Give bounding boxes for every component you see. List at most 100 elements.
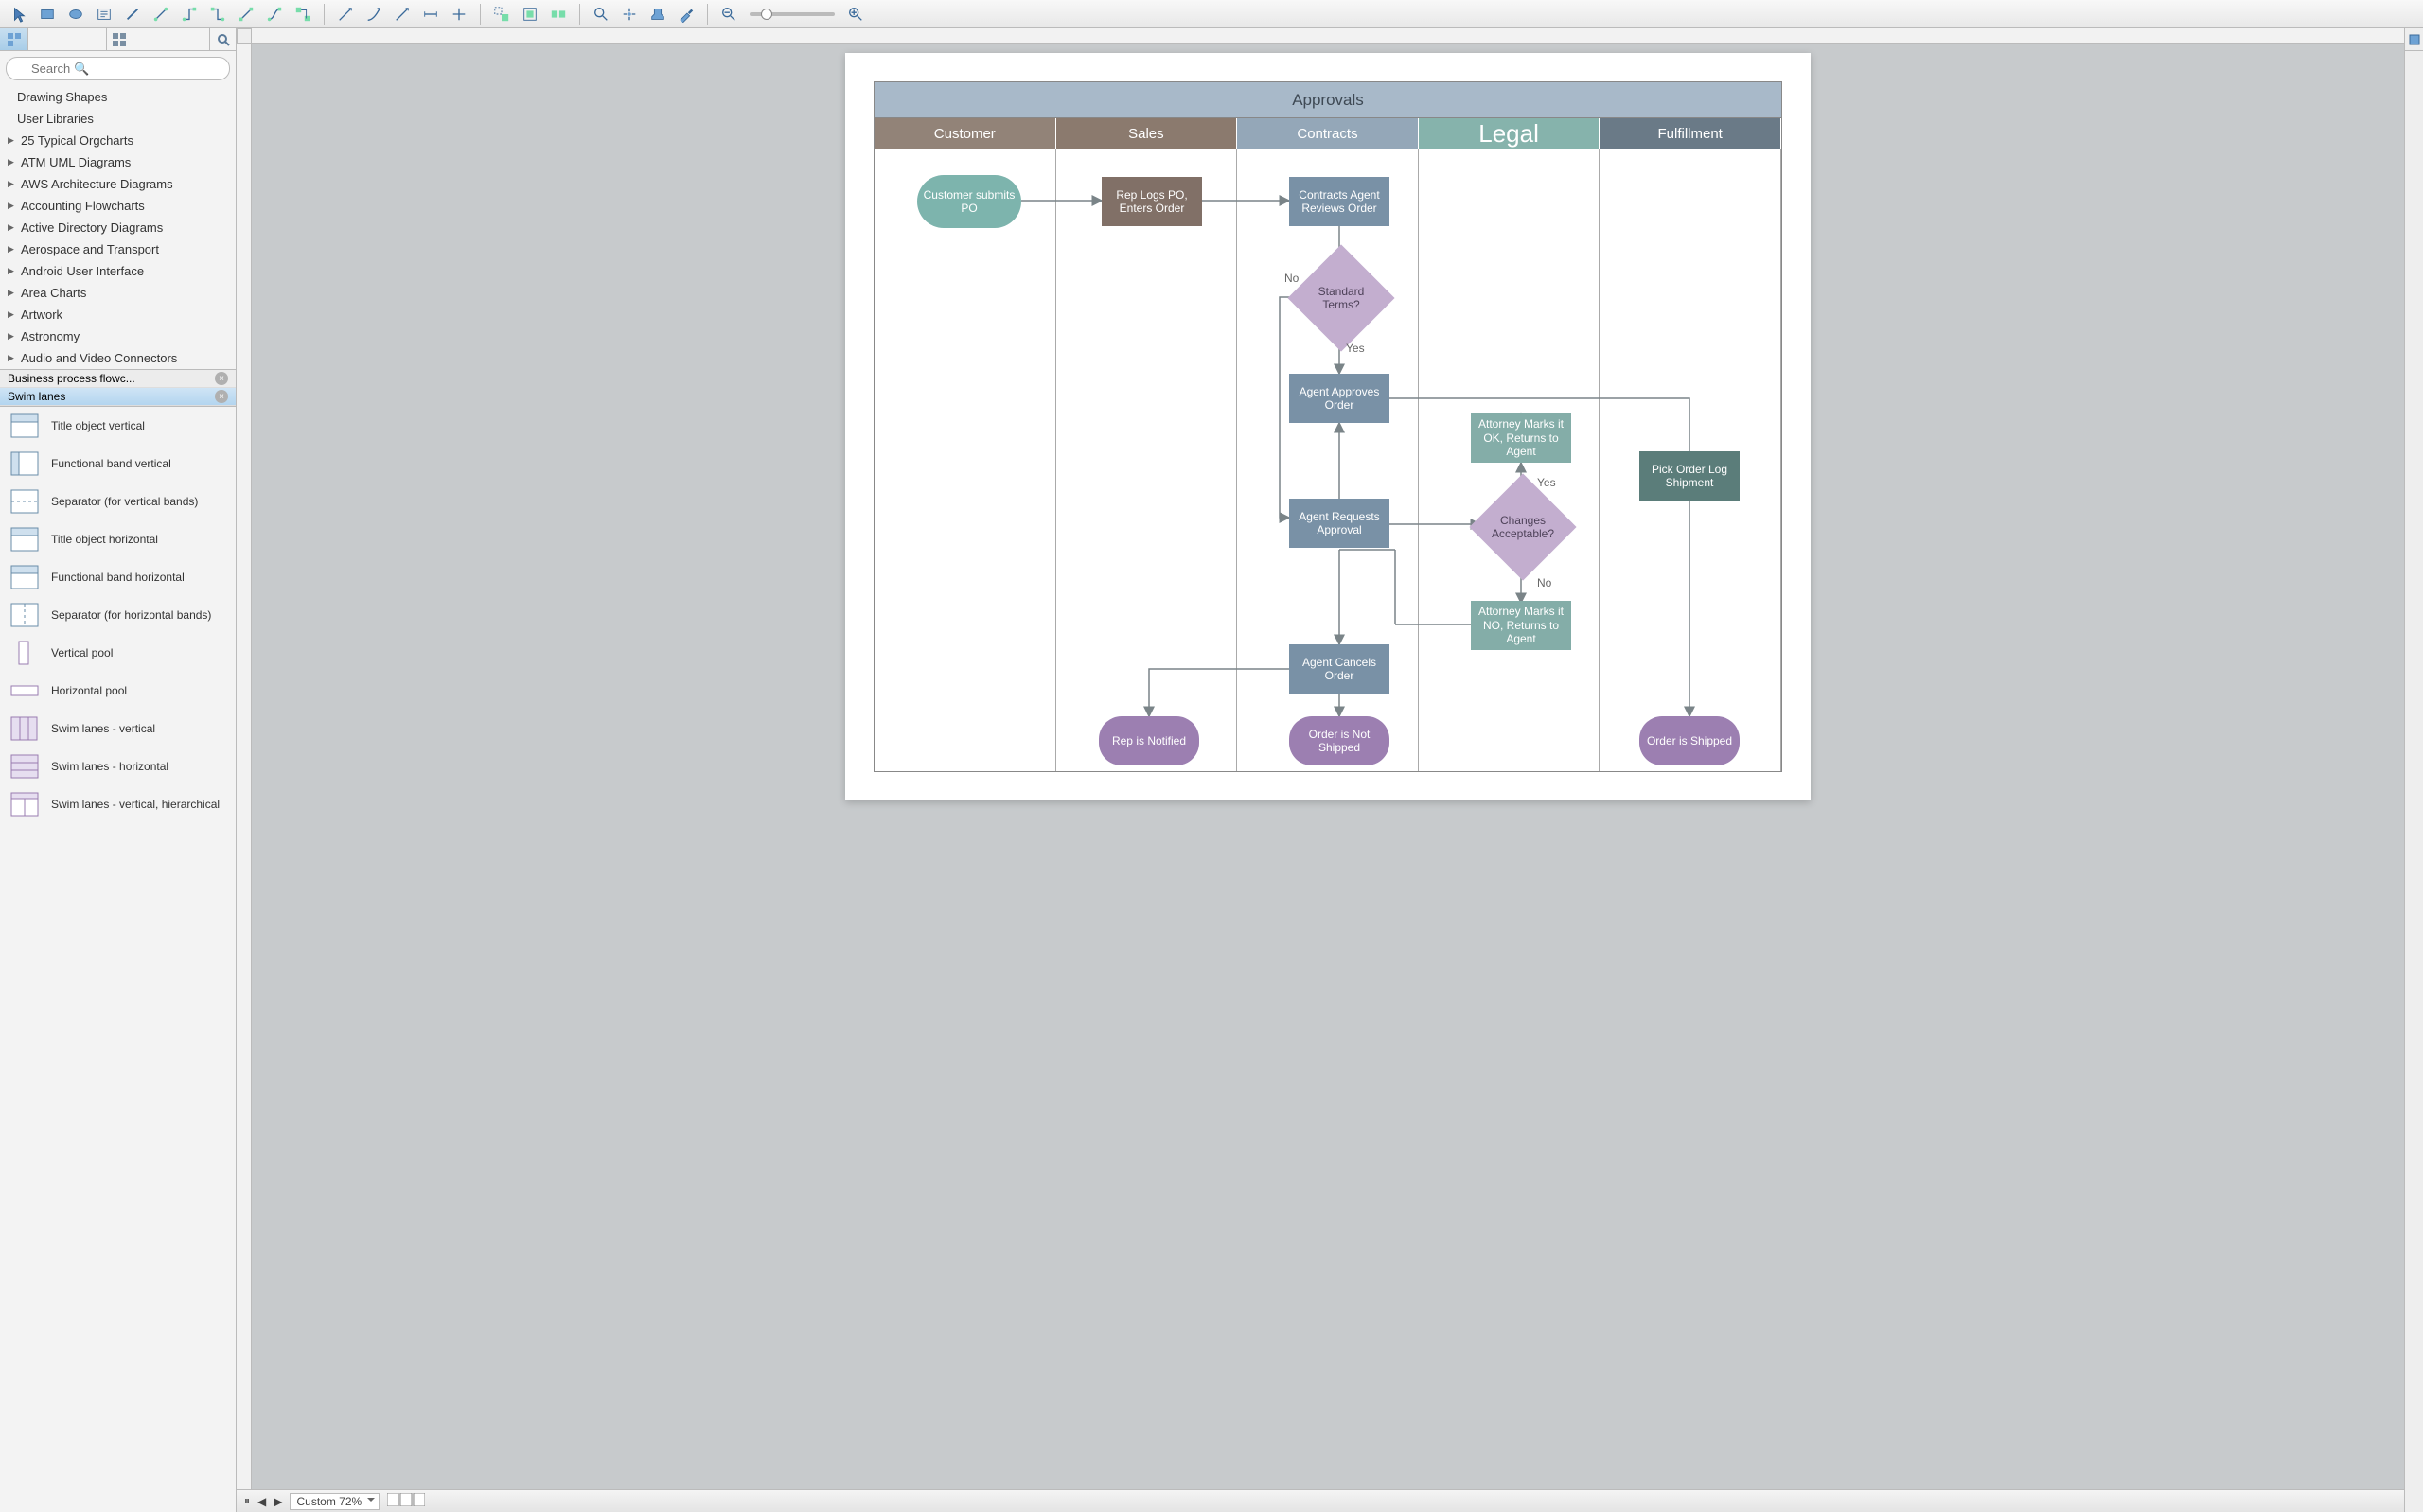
shape-thumbnail-icon: [9, 450, 40, 477]
pointer-tool-icon[interactable]: [6, 3, 32, 26]
library-item[interactable]: ▶Astronomy: [0, 325, 236, 347]
library-item[interactable]: ▶Aerospace and Transport: [0, 238, 236, 260]
canvas-area[interactable]: Approvals CustomerSalesContractsLegalFul…: [237, 28, 2404, 1512]
swimlane-diagram[interactable]: Approvals CustomerSalesContractsLegalFul…: [874, 81, 1782, 772]
node-contracts-review[interactable]: Contracts Agent Reviews Order: [1289, 177, 1389, 226]
zoom-out-icon[interactable]: [716, 3, 742, 26]
library-item[interactable]: ▶AWS Architecture Diagrams: [0, 173, 236, 195]
line-tool-icon[interactable]: [119, 3, 146, 26]
library-item[interactable]: Drawing Shapes: [0, 86, 236, 108]
statusbar: ⏸ ◀ ▶ Custom 72%: [237, 1489, 2404, 1512]
library-tab-icon[interactable]: [0, 28, 28, 50]
node-agent-requests[interactable]: Agent Requests Approval: [1289, 499, 1389, 548]
group-3-icon[interactable]: [545, 3, 572, 26]
zoom-in-icon[interactable]: [842, 3, 869, 26]
zoom-tool-icon[interactable]: [588, 3, 614, 26]
library-item[interactable]: ▶25 Typical Orgcharts: [0, 130, 236, 151]
right-panel-strip: [2404, 28, 2423, 1512]
lane-header[interactable]: Contracts: [1237, 118, 1419, 149]
lane-header[interactable]: Fulfillment: [1600, 118, 1781, 149]
connector-1-icon[interactable]: [148, 3, 174, 26]
shape-item[interactable]: Vertical pool: [0, 634, 236, 672]
zoom-select[interactable]: Custom 72%: [290, 1493, 380, 1510]
ruler-corner: [237, 28, 252, 44]
shape-item[interactable]: Swim lanes - vertical, hierarchical: [0, 785, 236, 823]
library-item[interactable]: User Libraries: [0, 108, 236, 130]
eyedropper-tool-icon[interactable]: [673, 3, 699, 26]
shape-item[interactable]: Swim lanes - horizontal: [0, 747, 236, 785]
rect-tool-icon[interactable]: [34, 3, 61, 26]
grid-view-icon[interactable]: [106, 28, 133, 50]
library-item[interactable]: ▶Accounting Flowcharts: [0, 195, 236, 217]
group-2-icon[interactable]: [517, 3, 543, 26]
node-rep-logs[interactable]: Rep Logs PO, Enters Order: [1102, 177, 1202, 226]
arrow-line-1-icon[interactable]: [332, 3, 359, 26]
diagram-title[interactable]: Approvals: [875, 82, 1781, 118]
library-item[interactable]: ▶Android User Interface: [0, 260, 236, 282]
label-yes: Yes: [1346, 342, 1365, 355]
close-icon[interactable]: ×: [215, 372, 228, 385]
search-input[interactable]: [6, 57, 230, 80]
chevron-right-icon: ▶: [8, 331, 17, 342]
chevron-right-icon: ▶: [8, 135, 17, 146]
shape-list[interactable]: Title object verticalFunctional band ver…: [0, 407, 236, 1512]
page[interactable]: Approvals CustomerSalesContractsLegalFul…: [845, 53, 1811, 800]
ruler-vertical: [237, 44, 252, 1512]
connector-3-icon[interactable]: [204, 3, 231, 26]
node-rep-notified[interactable]: Rep is Notified: [1099, 716, 1199, 765]
stencil-tab[interactable]: Business process flowc...×: [0, 370, 236, 388]
library-item[interactable]: ▶Audio and Video Connectors: [0, 347, 236, 369]
library-item[interactable]: ▶Active Directory Diagrams: [0, 217, 236, 238]
lane-header[interactable]: Legal: [1419, 118, 1601, 149]
arrow-line-4-icon[interactable]: [417, 3, 444, 26]
text-tool-icon[interactable]: [91, 3, 117, 26]
shape-item[interactable]: Title object vertical: [0, 407, 236, 445]
lane-header[interactable]: Customer: [875, 118, 1056, 149]
rapid-draw-icon[interactable]: [290, 3, 316, 26]
connector-2-icon[interactable]: [176, 3, 203, 26]
shape-item[interactable]: Functional band vertical: [0, 445, 236, 483]
shape-item[interactable]: Title object horizontal: [0, 520, 236, 558]
connector-4-icon[interactable]: [233, 3, 259, 26]
node-not-shipped[interactable]: Order is Not Shipped: [1289, 716, 1389, 765]
lane-header[interactable]: Sales: [1056, 118, 1238, 149]
shape-item[interactable]: Separator (for vertical bands): [0, 483, 236, 520]
pause-icon[interactable]: ⏸: [244, 1494, 250, 1508]
stamp-tool-icon[interactable]: [645, 3, 671, 26]
arrow-line-5-icon[interactable]: [446, 3, 472, 26]
chevron-right-icon: ▶: [8, 266, 17, 276]
node-attorney-ok[interactable]: Attorney Marks it OK, Returns to Agent: [1471, 413, 1571, 463]
library-tree[interactable]: Drawing ShapesUser Libraries▶25 Typical …: [0, 86, 236, 370]
page-layout-icon[interactable]: [387, 1493, 425, 1509]
shape-item[interactable]: Functional band horizontal: [0, 558, 236, 596]
node-attorney-no[interactable]: Attorney Marks it NO, Returns to Agent: [1471, 601, 1571, 650]
library-item[interactable]: ▶Artwork: [0, 304, 236, 325]
arrow-line-2-icon[interactable]: [361, 3, 387, 26]
shape-label: Horizontal pool: [51, 684, 127, 697]
shape-item[interactable]: Horizontal pool: [0, 672, 236, 710]
shape-thumbnail-icon: [9, 602, 40, 628]
search-tab-icon[interactable]: [209, 28, 236, 50]
prev-page-icon[interactable]: ◀: [257, 1495, 266, 1508]
next-page-icon[interactable]: ▶: [274, 1495, 282, 1508]
shape-item[interactable]: Swim lanes - vertical: [0, 710, 236, 747]
shape-item[interactable]: Separator (for horizontal bands): [0, 596, 236, 634]
node-shipped[interactable]: Order is Shipped: [1639, 716, 1740, 765]
chevron-right-icon: ▶: [8, 179, 17, 189]
pan-tool-icon[interactable]: [616, 3, 643, 26]
node-agent-approves[interactable]: Agent Approves Order: [1289, 374, 1389, 423]
close-icon[interactable]: ×: [215, 390, 228, 403]
ellipse-tool-icon[interactable]: [62, 3, 89, 26]
node-customer-submits[interactable]: Customer submits PO: [917, 175, 1021, 228]
library-item[interactable]: ▶ATM UML Diagrams: [0, 151, 236, 173]
node-pick-order[interactable]: Pick Order Log Shipment: [1639, 451, 1740, 501]
stencil-tab[interactable]: Swim lanes×: [0, 388, 236, 406]
inspector-toggle-icon[interactable]: [2405, 28, 2423, 51]
arrow-line-3-icon[interactable]: [389, 3, 416, 26]
library-item[interactable]: ▶Area Charts: [0, 282, 236, 304]
group-1-icon[interactable]: [488, 3, 515, 26]
zoom-slider[interactable]: [750, 12, 835, 16]
connector-5-icon[interactable]: [261, 3, 288, 26]
node-agent-cancels[interactable]: Agent Cancels Order: [1289, 644, 1389, 694]
shape-thumbnail-icon: [9, 488, 40, 515]
